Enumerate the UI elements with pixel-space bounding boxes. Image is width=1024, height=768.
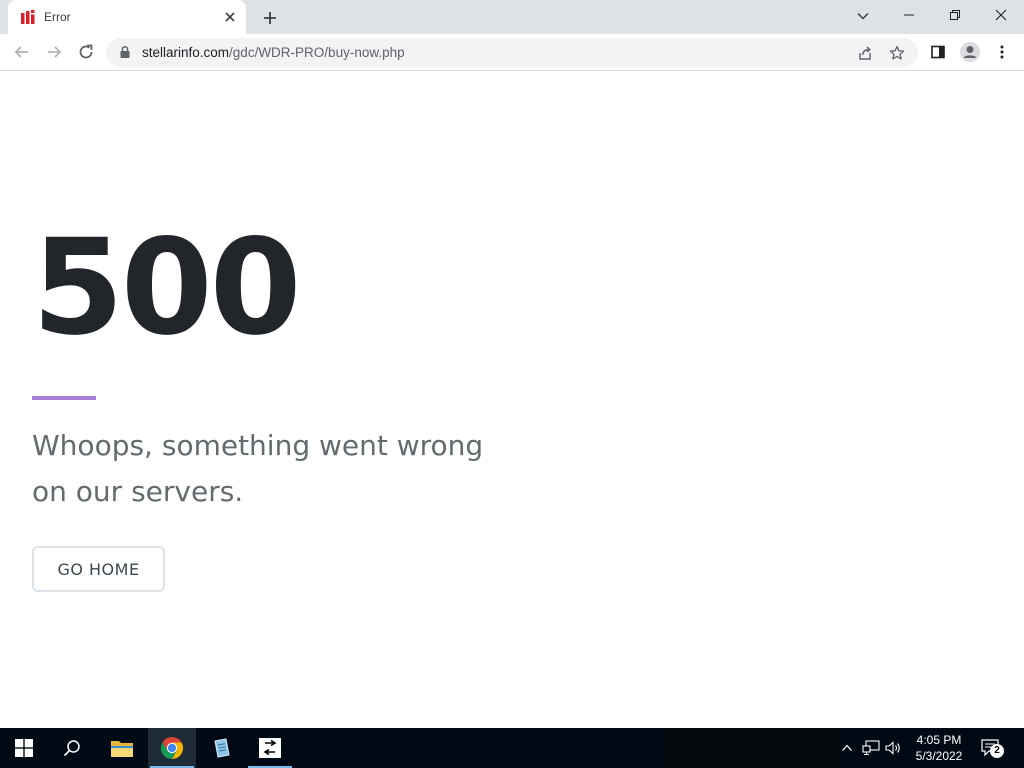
minimize-button[interactable] (886, 0, 932, 30)
error-code: 500 (32, 211, 302, 365)
close-icon (995, 9, 1007, 21)
share-icon (859, 46, 871, 60)
chrome-icon (160, 737, 184, 759)
url-path: /gdc/WDR-PRO/buy-now.php (229, 45, 405, 60)
remote-connection-icon (259, 738, 281, 758)
arrow-left-icon (14, 46, 28, 58)
folder-icon (111, 741, 133, 757)
reload-button[interactable] (73, 39, 99, 65)
tray-background (664, 728, 840, 768)
action-center-button[interactable]: 2 (980, 736, 1006, 760)
search-icon (63, 740, 80, 757)
clock[interactable]: 4:05 PM 5/3/2022 (906, 732, 972, 764)
url-host: stellarinfo.com (142, 45, 230, 60)
go-home-button[interactable]: GO HOME (32, 546, 165, 592)
error-message: Whoops, something went wrong on our serv… (32, 429, 484, 508)
network-icon (862, 740, 880, 756)
network-button[interactable] (862, 739, 880, 757)
url-text[interactable]: stellarinfo.com/gdc/WDR-PRO/buy-now.php (142, 45, 405, 60)
clock-date: 5/3/2022 (915, 749, 963, 763)
side-panel-button[interactable] (926, 40, 950, 64)
back-button[interactable] (9, 39, 35, 65)
close-window-button[interactable] (978, 0, 1024, 30)
new-tab-button[interactable] (258, 6, 282, 30)
menu-button[interactable] (990, 40, 1014, 64)
arrow-right-icon (48, 46, 62, 58)
notification-badge: 2 (990, 744, 1004, 758)
share-button[interactable] (854, 42, 876, 64)
browser-toolbar: stellarinfo.com/gdc/WDR-PRO/buy-now.php (0, 34, 1024, 71)
tab-search-button[interactable] (852, 5, 874, 27)
taskbar-file-explorer[interactable] (98, 728, 146, 768)
chevron-up-icon (842, 744, 852, 751)
restore-button[interactable] (932, 0, 978, 30)
start-button[interactable] (0, 728, 48, 768)
site-favicon-icon (21, 10, 35, 24)
windows-logo-icon (15, 739, 33, 757)
search-button[interactable] (48, 728, 96, 768)
lock-icon[interactable] (118, 45, 132, 59)
minimize-icon (904, 14, 914, 16)
avatar-icon (960, 42, 980, 62)
star-icon (889, 45, 905, 60)
show-hidden-icons-button[interactable] (838, 739, 856, 757)
plus-icon (264, 12, 276, 24)
notepad-icon (214, 738, 230, 758)
profile-button[interactable] (958, 40, 982, 64)
tab-title: Error (44, 10, 71, 24)
address-bar[interactable]: stellarinfo.com/gdc/WDR-PRO/buy-now.php (106, 38, 918, 67)
speaker-icon (885, 741, 900, 755)
tab-close-icon[interactable] (222, 9, 238, 25)
forward-button[interactable] (41, 39, 67, 65)
bookmark-button[interactable] (886, 42, 908, 64)
chevron-down-icon (857, 12, 869, 20)
tab-error[interactable]: Error (8, 0, 246, 34)
page-content: 500 Whoops, something went wrong on our … (0, 71, 1024, 728)
restore-icon (950, 10, 960, 20)
taskbar: 4:05 PM 5/3/2022 2 (0, 728, 1024, 768)
tab-strip: Error (0, 0, 1024, 34)
side-panel-icon (931, 45, 945, 59)
volume-button[interactable] (884, 739, 902, 757)
taskbar-app-remote[interactable] (246, 728, 294, 768)
kebab-menu-icon (1000, 45, 1004, 59)
taskbar-chrome[interactable] (148, 728, 196, 768)
accent-divider (32, 396, 96, 400)
reload-icon (79, 44, 93, 59)
taskbar-app-notepad[interactable] (198, 728, 246, 768)
clock-time: 4:05 PM (916, 733, 962, 747)
